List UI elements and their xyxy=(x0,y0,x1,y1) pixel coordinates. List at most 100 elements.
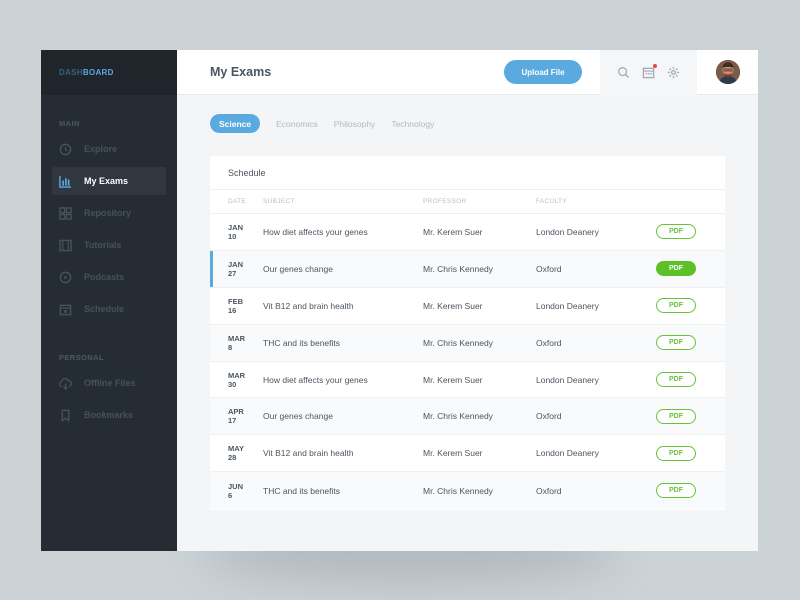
sidebar-item-offline-files[interactable]: Offline Files xyxy=(52,369,166,397)
sidebar: DASH BOARD MAIN Explore My Exams Reposito… xyxy=(41,50,177,551)
date-month: JAN xyxy=(228,259,244,269)
column-header-date: DATE xyxy=(228,198,247,205)
upload-file-button[interactable]: Upload File xyxy=(504,60,582,84)
card-title: Schedule xyxy=(210,156,725,190)
brand-logo[interactable]: DASH BOARD xyxy=(41,50,177,95)
sidebar-item-podcasts[interactable]: Podcasts xyxy=(52,263,166,291)
sidebar-item-label: Explore xyxy=(84,144,118,154)
date-cell: JAN 27 xyxy=(210,260,263,278)
date-month: JAN xyxy=(228,222,244,232)
subject-cell: How diet affects your genes xyxy=(263,374,368,385)
film-icon xyxy=(59,239,72,252)
pdf-button[interactable]: PDF xyxy=(656,408,696,424)
sidebar-item-tutorials[interactable]: Tutorials xyxy=(52,231,166,259)
sidebar-item-my-exams[interactable]: My Exams xyxy=(52,167,166,195)
sidebar-item-label: Podcasts xyxy=(84,272,125,282)
date-day: 28 xyxy=(228,453,237,463)
avatar[interactable] xyxy=(716,60,740,84)
gear-icon[interactable] xyxy=(667,66,680,79)
faculty-cell: London Deanery xyxy=(536,448,599,459)
pdf-button[interactable]: PDF xyxy=(656,335,696,351)
pdf-button[interactable]: PDF xyxy=(656,372,696,387)
pdf-button[interactable]: PDF xyxy=(656,261,696,277)
tab-economics[interactable]: Economics xyxy=(276,114,318,133)
date-day: 8 xyxy=(228,342,233,352)
date-cell: MAY 28 xyxy=(210,444,263,462)
play-icon xyxy=(59,271,72,284)
table-row[interactable]: MAR 30 How diet affects your genes Mr. Ke… xyxy=(210,362,725,399)
page-title: My Exams xyxy=(210,65,272,79)
table-row[interactable]: FEB 16 Vit B12 and brain health Mr. Kerem… xyxy=(210,288,725,325)
section-label-personal: PERSONAL xyxy=(59,353,104,362)
pdf-button[interactable]: PDF xyxy=(656,483,696,499)
date-day: 30 xyxy=(228,379,237,389)
search-icon[interactable] xyxy=(617,66,630,79)
bookmark-icon xyxy=(59,409,72,422)
sidebar-item-explore[interactable]: Explore xyxy=(52,135,166,163)
date-day: 6 xyxy=(228,490,233,500)
subject-cell: Our genes change xyxy=(263,263,333,274)
notification-dot xyxy=(653,64,657,68)
sidebar-item-label: Schedule xyxy=(84,304,125,314)
date-cell: FEB 16 xyxy=(210,297,263,315)
date-month: JUN xyxy=(228,481,244,491)
date-cell: JUN 6 xyxy=(210,482,263,500)
tab-science[interactable]: Science xyxy=(210,114,261,133)
sidebar-item-label: Repository xyxy=(84,208,132,218)
subject-tabs: Science Economics Philosophy Technology xyxy=(210,114,450,133)
table-header: DATE SUBJECT PROFESSOR FACULTY xyxy=(210,190,725,214)
pdf-button[interactable]: PDF xyxy=(656,445,696,461)
subject-cell: THC and its benefits xyxy=(263,337,341,348)
subject-cell: Our genes change xyxy=(263,411,333,422)
sidebar-item-label: Bookmarks xyxy=(84,410,134,420)
table-row[interactable]: MAR 8 THC and its benefits Mr. Chris Kenn… xyxy=(210,324,725,362)
date-month: MAR xyxy=(228,370,246,380)
table-row[interactable]: APR 17 Our genes change Mr. Chris Kennedy… xyxy=(210,398,725,436)
professor-cell: Mr. Kerem Suer xyxy=(423,374,483,385)
subject-cell: How diet affects your genes xyxy=(263,226,368,237)
app-window: DASH BOARD MAIN Explore My Exams Reposito… xyxy=(41,50,758,551)
section-label-main: MAIN xyxy=(59,119,80,128)
faculty-cell: London Deanery xyxy=(536,300,599,311)
pdf-button[interactable]: PDF xyxy=(656,298,696,314)
calendar-notification-icon[interactable] xyxy=(642,64,657,79)
toolbar-icons xyxy=(600,50,697,95)
professor-cell: Mr. Kerem Suer xyxy=(423,448,483,459)
date-day: 10 xyxy=(228,231,237,241)
date-cell: MAR 8 xyxy=(210,334,263,352)
faculty-cell: Oxford xyxy=(536,485,562,496)
brand-part-1: DASH xyxy=(59,68,83,77)
subject-cell: Vit B12 and brain health xyxy=(263,448,354,459)
table-row[interactable]: JAN 10 How diet affects your genes Mr. Ke… xyxy=(210,214,725,251)
subject-cell: THC and its benefits xyxy=(263,485,341,496)
sidebar-item-repository[interactable]: Repository xyxy=(52,199,166,227)
subject-cell: Vit B12 and brain health xyxy=(263,300,354,311)
tab-technology[interactable]: Technology xyxy=(391,114,434,133)
top-bar: My Exams Upload File xyxy=(177,50,758,95)
pdf-button[interactable]: PDF xyxy=(656,224,696,240)
cloud-download-icon xyxy=(59,377,72,390)
column-header-professor: PROFESSOR xyxy=(423,198,467,205)
professor-cell: Mr. Chris Kennedy xyxy=(423,337,493,348)
professor-cell: Mr. Chris Kennedy xyxy=(423,263,493,274)
tab-philosophy[interactable]: Philosophy xyxy=(334,114,376,133)
faculty-cell: London Deanery xyxy=(536,374,599,385)
date-month: MAY xyxy=(228,444,244,454)
main-content: My Exams Upload File Science Economics P… xyxy=(177,50,758,551)
column-header-subject: SUBJECT xyxy=(263,198,295,205)
date-month: APR xyxy=(228,407,244,417)
faculty-cell: Oxford xyxy=(536,337,562,348)
table-row[interactable]: JUN 6 THC and its benefits Mr. Chris Kenn… xyxy=(210,472,725,510)
date-month: MAR xyxy=(228,333,246,343)
sidebar-item-label: Offline Files xyxy=(84,378,136,388)
grid-icon xyxy=(59,206,72,220)
schedule-card: Schedule DATE SUBJECT PROFESSOR FACULTY … xyxy=(210,156,725,510)
table-row[interactable]: JAN 27 Our genes change Mr. Chris Kennedy… xyxy=(210,250,725,288)
sidebar-item-bookmarks[interactable]: Bookmarks xyxy=(52,401,166,429)
sidebar-item-label: My Exams xyxy=(84,176,129,186)
date-cell: MAR 30 xyxy=(210,371,263,389)
sidebar-item-schedule[interactable]: Schedule xyxy=(52,295,166,323)
professor-cell: Mr. Kerem Suer xyxy=(423,300,483,311)
table-row[interactable]: MAY 28 Vit B12 and brain health Mr. Kerem… xyxy=(210,435,725,473)
column-header-faculty: FACULTY xyxy=(536,198,567,205)
